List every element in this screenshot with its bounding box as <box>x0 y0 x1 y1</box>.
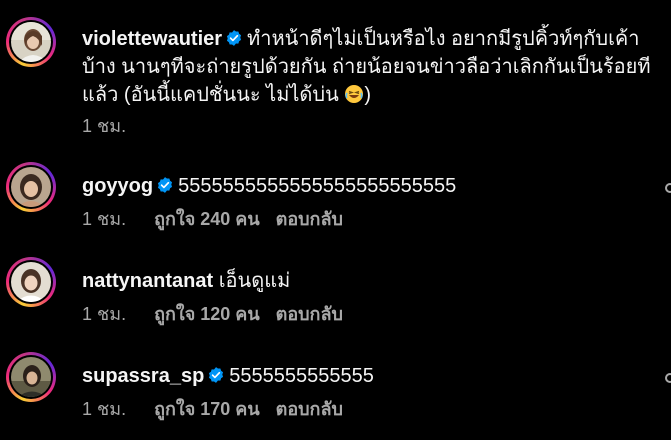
likes-count[interactable]: ถูกใจ 120 คน <box>154 304 260 324</box>
reply-button[interactable]: ตอบกลับ <box>276 304 343 324</box>
comment-time: 1 ชม. <box>82 304 127 324</box>
comment-text: goyyog 5555555555555555555555555 <box>82 172 657 200</box>
like-heart-icon[interactable] <box>665 183 671 193</box>
avatar[interactable] <box>6 162 56 212</box>
like-heart-icon[interactable] <box>665 373 671 383</box>
avatar-photo <box>11 167 51 207</box>
comment-text: nattynantanat เอ็นดูแม่ <box>82 267 657 295</box>
comment-row: goyyog 5555555555555555555555555 1 ชม. ถูก… <box>0 145 671 240</box>
avatar-photo <box>11 262 51 302</box>
caption-meta: 1 ชม. <box>82 114 154 138</box>
laughing-face-emoji-icon <box>345 85 364 103</box>
caption-row: violettewautier ทำหน้าดีๆไม่เป็นหรือไง อย… <box>0 0 671 145</box>
verified-badge-icon <box>158 177 173 193</box>
comment-meta: 1 ชม. ถูกใจ 120 คน ตอบกลับ <box>82 302 359 326</box>
comment-row: supassra_sp 5555555555555 1 ชม. ถูกใจ 170 … <box>0 335 671 440</box>
caption-line-1: ทำหน้าดีๆไม่เป็นหรือไง อยากมีรูปคิ้วท์ๆก… <box>247 28 640 50</box>
comment-text: supassra_sp 5555555555555 <box>82 362 657 390</box>
comment-meta: 1 ชม. ถูกใจ 240 คน ตอบกลับ <box>82 207 359 231</box>
comment-username[interactable]: goyyog <box>82 175 153 197</box>
comment-body: 5555555555555555555555555 <box>178 175 457 197</box>
verified-badge-icon <box>226 30 242 46</box>
comment-time: 1 ชม. <box>82 209 127 229</box>
comment-body: 5555555555555 <box>229 365 374 387</box>
reply-button[interactable]: ตอบกลับ <box>276 209 343 229</box>
verified-badge-icon <box>209 367 224 383</box>
likes-count[interactable]: ถูกใจ 240 คน <box>154 209 260 229</box>
caption-text: violettewautier ทำหน้าดีๆไม่เป็นหรือไง อย… <box>82 25 657 109</box>
comment-body: เอ็นดูแม่ <box>218 270 291 292</box>
comment-username[interactable]: nattynantanat <box>82 270 213 292</box>
caption-time: 1 ชม. <box>82 116 127 136</box>
comment-row: nattynantanat เอ็นดูแม่ 1 ชม. ถูกใจ 120 ค… <box>0 240 671 335</box>
caption-username[interactable]: violettewautier <box>82 28 222 50</box>
reply-button[interactable]: ตอบกลับ <box>276 399 343 419</box>
comment-meta: 1 ชม. ถูกใจ 170 คน ตอบกลับ <box>82 397 359 421</box>
comment-username[interactable]: supassra_sp <box>82 365 204 387</box>
avatar-photo <box>11 357 51 397</box>
avatar-photo <box>11 22 51 62</box>
comment-time: 1 ชม. <box>82 399 127 419</box>
avatar[interactable] <box>6 257 56 307</box>
avatar[interactable] <box>6 352 56 402</box>
caption-line-3-end: ) <box>364 84 372 106</box>
avatar[interactable] <box>6 17 56 67</box>
caption-line-3: แล้ว (อันนี้แคปชั่นนะ ไม่ได้บ่น <box>82 84 339 106</box>
likes-count[interactable]: ถูกใจ 170 คน <box>154 399 260 419</box>
caption-line-2: บ้าง นานๆทีจะถ่ายรูปด้วยกัน ถ่ายน้อยจนข่… <box>82 56 651 78</box>
